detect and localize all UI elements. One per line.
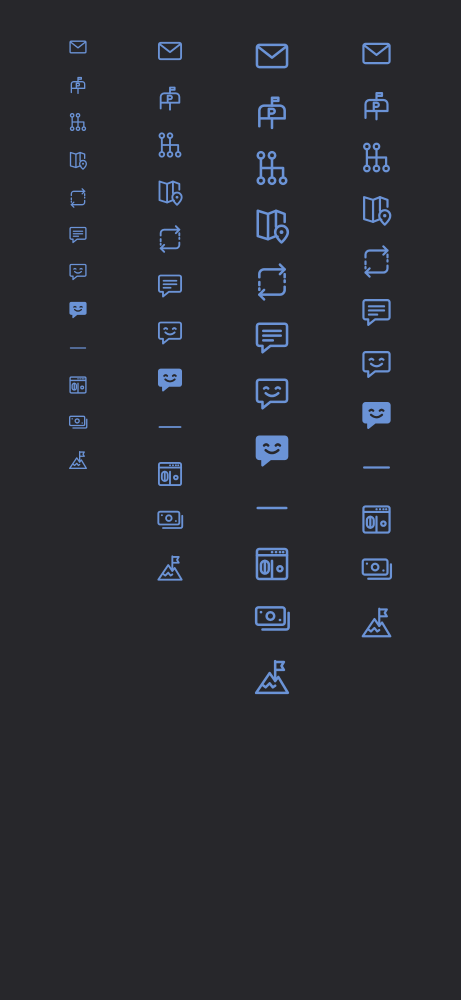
mountain-flag-icon — [253, 658, 291, 696]
mail-icon — [360, 37, 393, 70]
crop-rotate-icon — [360, 244, 393, 278]
map-location-icon — [68, 150, 88, 170]
message-text-icon — [360, 296, 393, 329]
mailbox-icon — [253, 93, 291, 131]
crop-rotate-icon — [68, 188, 88, 208]
minus-icon — [253, 489, 291, 527]
money-cash-icon — [156, 507, 184, 535]
mountain-flag-icon — [156, 554, 184, 582]
message-smile-icon — [68, 262, 88, 282]
mailbox-icon — [156, 84, 184, 112]
message-smile-filled-icon — [156, 366, 184, 394]
crop-rotate-icon — [253, 263, 291, 301]
message-text-icon — [156, 272, 184, 300]
hierarchy-icon — [68, 112, 88, 132]
minus-icon — [360, 451, 393, 484]
map-location-icon — [156, 178, 184, 206]
message-smile-icon — [360, 348, 393, 381]
money-cash-icon — [253, 601, 291, 639]
minus-icon — [68, 338, 88, 358]
message-text-icon — [253, 319, 291, 357]
money-cash-icon — [68, 413, 88, 433]
message-smile-icon — [253, 375, 291, 413]
atm-machine-icon — [68, 375, 88, 395]
crop-rotate-icon — [156, 225, 184, 253]
minus-icon — [156, 413, 184, 441]
message-smile-filled-icon — [68, 300, 88, 320]
hierarchy-icon — [253, 149, 291, 187]
mail-icon — [253, 37, 291, 75]
mailbox-icon — [68, 75, 88, 95]
hierarchy-icon — [360, 141, 393, 174]
mountain-flag-icon — [68, 450, 88, 470]
mailbox-icon — [360, 89, 393, 122]
map-location-icon — [253, 206, 291, 244]
hierarchy-icon — [156, 131, 184, 159]
message-text-icon — [68, 225, 88, 245]
message-smile-icon — [156, 319, 184, 347]
mountain-flag-icon — [360, 606, 393, 639]
money-cash-icon — [360, 554, 393, 587]
atm-machine-icon — [253, 545, 291, 583]
mail-icon — [156, 37, 184, 65]
mail-icon — [68, 37, 88, 57]
atm-machine-icon — [156, 460, 184, 488]
message-smile-filled-icon — [360, 399, 393, 432]
map-location-icon — [360, 193, 393, 226]
atm-machine-icon — [360, 503, 393, 536]
message-smile-filled-icon — [253, 432, 291, 470]
